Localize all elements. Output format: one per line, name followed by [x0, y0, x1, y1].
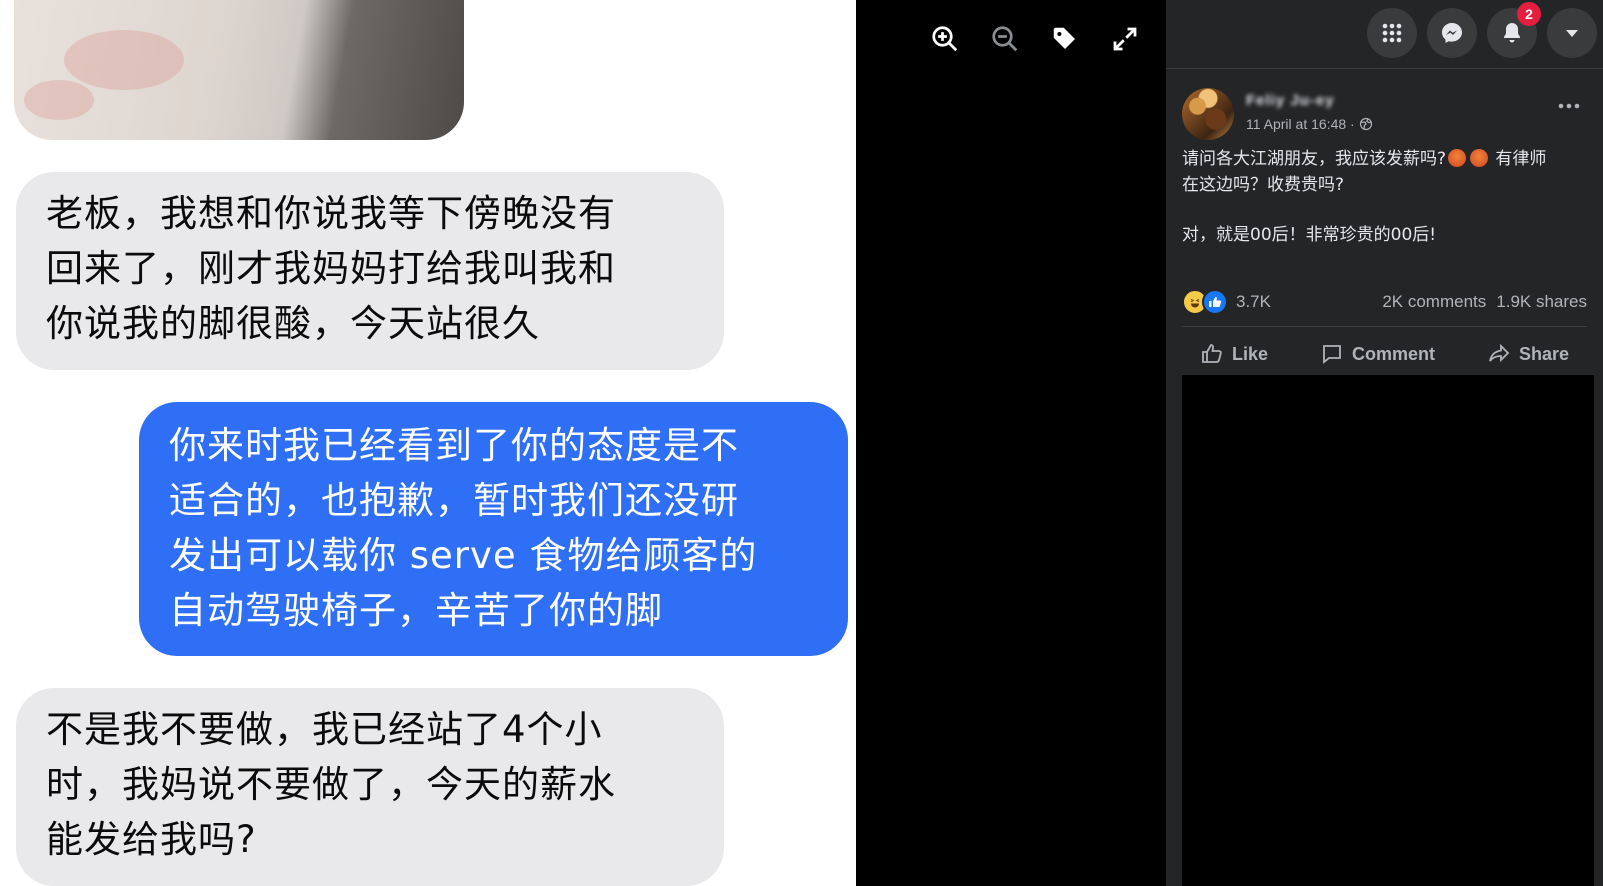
comment-icon: [1323, 345, 1341, 364]
photo-viewer: 老板，我想和你说我等下傍晚没有 回来了，刚才我妈妈打给我叫我和 你说我的脚很酸，…: [0, 0, 1166, 886]
globe-icon: [1359, 117, 1372, 131]
menu-grid-icon[interactable]: [1367, 8, 1417, 58]
more-options-icon[interactable]: [1551, 94, 1587, 118]
post-panel: 2 Feliy Ju-ey 11 April at 16:48 · 请问各大江湖…: [1166, 0, 1603, 886]
bell-icon[interactable]: 2: [1487, 2, 1541, 58]
reaction-icons[interactable]: [1182, 289, 1228, 315]
reactions-count[interactable]: 3.7K: [1236, 292, 1271, 312]
comments-count[interactable]: 2K comments: [1382, 292, 1486, 312]
chat-bubble-sent: 你来时我已经看到了你的态度是不 适合的，也抱歉，暂时我们还没研 发出可以载你 s…: [139, 402, 848, 656]
post-stats: 3.7K 2K comments 1.9K shares: [1182, 287, 1587, 317]
angry-emoji-icon: [1448, 149, 1467, 167]
post-timestamp[interactable]: 11 April at 16:48 ·: [1246, 116, 1355, 132]
account-menu-caret-icon[interactable]: [1547, 8, 1597, 58]
top-navigation: 2: [1166, 0, 1603, 69]
thumbs-up-icon: [1202, 344, 1222, 363]
post-text: 请问各大江湖朋友，我应该发薪吗? 有律师 在这边吗？收费贵吗? 对，就是00后！…: [1182, 146, 1587, 248]
chat-bubble-received: 不是我不要做，我已经站了4个小 时，我妈说不要做了，今天的薪水 能发给我吗?: [16, 688, 724, 886]
post-action-bar: Like Comment Share: [1182, 334, 1587, 374]
like-reaction-icon: [1202, 289, 1228, 315]
post-text-line: 对，就是00后！非常珍贵的00后!: [1182, 225, 1437, 245]
fullscreen-icon[interactable]: [1106, 20, 1144, 58]
share-button[interactable]: Share: [1469, 334, 1587, 374]
comments-area: [1182, 375, 1594, 886]
angry-emoji-icon: [1470, 149, 1489, 167]
share-icon: [1489, 343, 1510, 363]
post-text-line: 在这边吗？收费贵吗?: [1182, 175, 1345, 195]
shares-count[interactable]: 1.9K shares: [1496, 292, 1587, 312]
like-label: Like: [1232, 343, 1269, 364]
chat-image-attachment: [14, 0, 464, 140]
like-button[interactable]: Like: [1182, 334, 1286, 374]
divider: [1182, 326, 1587, 327]
post-meta: 11 April at 16:48 ·: [1246, 116, 1373, 132]
share-label: Share: [1518, 343, 1569, 364]
zoom-out-icon[interactable]: [986, 20, 1024, 58]
post-header: Feliy Ju-ey 11 April at 16:48 ·: [1182, 88, 1587, 140]
avatar[interactable]: [1182, 88, 1234, 140]
comment-label: Comment: [1351, 343, 1435, 364]
messenger-icon[interactable]: [1427, 8, 1477, 58]
comment-button[interactable]: Comment: [1302, 334, 1453, 374]
tag-icon[interactable]: [1046, 20, 1084, 58]
author-name[interactable]: Feliy Ju-ey: [1246, 92, 1335, 109]
zoom-in-icon[interactable]: [926, 20, 964, 58]
viewer-toolbar: [926, 20, 1144, 58]
chat-bubble-received: 老板，我想和你说我等下傍晚没有 回来了，刚才我妈妈打给我叫我和 你说我的脚很酸，…: [16, 172, 724, 370]
notification-badge: 2: [1517, 2, 1541, 26]
chat-screenshot-photo: 老板，我想和你说我等下傍晚没有 回来了，刚才我妈妈打给我叫我和 你说我的脚很酸，…: [0, 0, 856, 886]
post-text-line: 有律师: [1490, 149, 1547, 169]
post-text-line: 请问各大江湖朋友，我应该发薪吗?: [1182, 149, 1447, 169]
